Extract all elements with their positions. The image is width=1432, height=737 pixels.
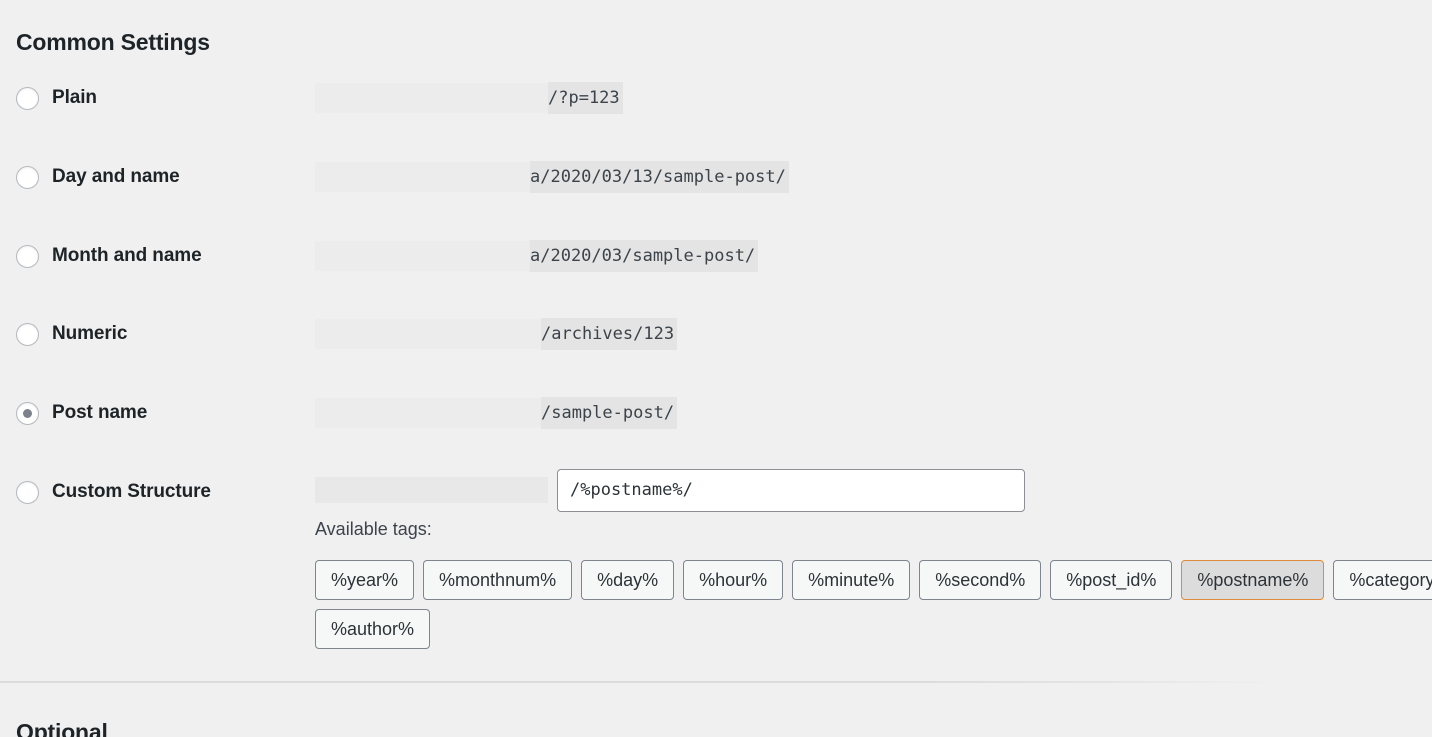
- tag-button-monthnum[interactable]: %monthnum%: [423, 560, 573, 600]
- site-url-redaction-mask: [315, 398, 541, 428]
- day-and-name-label-wrap[interactable]: Day and name: [16, 159, 180, 195]
- tag-button-post_id[interactable]: %post_id%: [1050, 560, 1173, 600]
- month-and-name-url-example: a/2020/03/sample-post/: [315, 238, 759, 274]
- day-and-name-url-text: a/2020/03/13/sample-post/: [315, 161, 789, 193]
- plain-url-example: /?p=123: [315, 80, 623, 116]
- numeric-url-example: /archives/123: [315, 316, 678, 352]
- permalink-option-month-and-name[interactable]: Month and name a/2020/03/sample-post/: [0, 238, 1432, 274]
- radio-numeric[interactable]: [16, 322, 39, 346]
- plain-label-wrap[interactable]: Plain: [16, 80, 97, 116]
- permalink-option-numeric[interactable]: Numeric/archives/123: [0, 316, 1432, 352]
- permalink-option-day-and-name[interactable]: Day and name a/2020/03/13/sample-post/: [0, 159, 1432, 195]
- day-and-name-url-example: a/2020/03/13/sample-post/: [315, 159, 789, 195]
- site-url-redaction-mask: [315, 319, 541, 349]
- site-url-redaction-mask: [315, 477, 548, 503]
- tag-button-author[interactable]: %author%: [315, 609, 431, 649]
- permalink-settings-page: Common Settings Plain /?p=123 Day and name…: [0, 0, 1432, 737]
- month-and-name-label-wrap[interactable]: Month and name: [16, 238, 202, 274]
- radio-plain[interactable]: [16, 86, 39, 110]
- radio-custom-structure[interactable]: [16, 480, 39, 504]
- plain-url-text: /?p=123: [315, 82, 623, 114]
- permalink-option-post-name[interactable]: Post name/sample-post/: [0, 395, 1432, 431]
- tag-button-hour[interactable]: %hour%: [683, 560, 784, 600]
- numeric-label-wrap[interactable]: Numeric: [16, 316, 127, 352]
- available-tags-row: %year% %monthnum% %day% %hour% %minute% %seco…: [315, 560, 1432, 600]
- tag-button-year[interactable]: %year%: [315, 560, 415, 600]
- post-name-label: Post name: [52, 402, 148, 423]
- tag-button-category[interactable]: %category%: [1333, 560, 1432, 600]
- permalink-option-custom-structure[interactable]: Custom Structure /%postname%/: [0, 469, 1432, 512]
- radio-post-name[interactable]: [16, 401, 39, 425]
- radio-day-and-name[interactable]: [16, 165, 39, 189]
- custom-structure-input[interactable]: /%postname%/: [557, 469, 1025, 512]
- permalink-option-plain[interactable]: Plain /?p=123: [0, 80, 1432, 116]
- tag-button-postname[interactable]: %postname%: [1181, 560, 1325, 600]
- available-tags-row: %author%: [315, 609, 1415, 649]
- radio-month-and-name[interactable]: [16, 244, 39, 268]
- plain-label: Plain: [52, 87, 97, 108]
- day-and-name-label: Day and name: [52, 166, 180, 187]
- month-and-name-url-text: a/2020/03/sample-post/: [315, 240, 759, 272]
- common-settings-heading: Common Settings: [16, 29, 210, 56]
- optional-heading: Optional: [16, 719, 108, 737]
- available-tags-label: Available tags:: [315, 519, 432, 539]
- tag-button-day[interactable]: %day%: [581, 560, 675, 600]
- post-name-url-text: /sample-post/: [315, 397, 678, 429]
- available-tags-group: %year% %monthnum% %day% %hour% %minute% %seco…: [315, 560, 1432, 658]
- custom-structure-label-wrap[interactable]: Custom Structure: [16, 474, 211, 510]
- section-divider: [0, 681, 1280, 683]
- post-name-url-example: /sample-post/: [315, 395, 678, 431]
- site-url-redaction-mask: [315, 83, 548, 113]
- post-name-label-wrap[interactable]: Post name: [16, 395, 147, 431]
- numeric-url-text: /archives/123: [315, 318, 678, 350]
- numeric-label: Numeric: [52, 323, 128, 344]
- custom-structure-label: Custom Structure: [52, 481, 211, 502]
- site-url-redaction-mask: [315, 162, 530, 192]
- month-and-name-label: Month and name: [52, 245, 202, 266]
- tag-button-minute[interactable]: %minute%: [792, 560, 911, 600]
- site-url-redaction-mask: [315, 241, 530, 271]
- tag-button-second[interactable]: %second%: [919, 560, 1042, 600]
